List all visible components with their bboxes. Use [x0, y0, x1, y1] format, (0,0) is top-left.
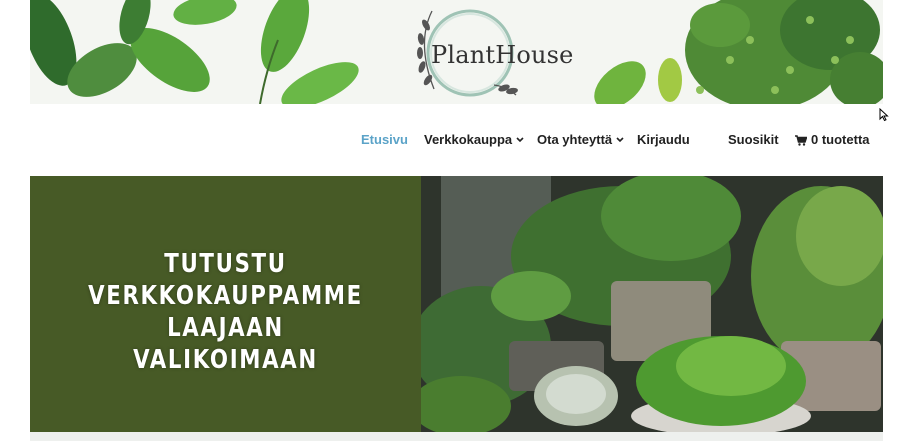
hero-text-panel: TUTUSTU VERKKOKAUPPAMME LAAJAAN VALIKOIM…: [30, 176, 421, 432]
nav-item-etusivu[interactable]: Etusivu: [361, 132, 408, 147]
cart-count: 0 tuotetta: [811, 132, 870, 147]
hero-plant-image: [411, 176, 883, 432]
favorites-link[interactable]: Suosikit: [728, 132, 779, 147]
chevron-down-icon: [516, 137, 524, 143]
content-divider: [30, 432, 883, 441]
nav-item-kirjaudu[interactable]: Kirjaudu: [637, 132, 690, 147]
hero-title: TUTUSTU VERKKOKAUPPAMME LAAJAAN VALIKOIM…: [65, 248, 386, 376]
hero-banner[interactable]: TUTUSTU VERKKOKAUPPAMME LAAJAAN VALIKOIM…: [30, 176, 883, 432]
cart-icon: [795, 135, 807, 146]
hero-title-line: VERKKOKAUPPAMME: [88, 281, 363, 311]
hero-title-line: VALIKOIMAAN: [133, 345, 318, 375]
nav-item-ota-yhteytta[interactable]: Ota yhteyttä: [537, 132, 624, 147]
chevron-down-icon: [616, 137, 624, 143]
nav-item-label: Verkkokauppa: [424, 132, 513, 147]
nav-item-label: Ota yhteyttä: [537, 132, 613, 147]
mouse-cursor-icon: [879, 108, 889, 122]
main-navigation: Etusivu Verkkokauppa Ota yhteyttä Kirjau…: [0, 130, 918, 150]
planthouse-logo[interactable]: PlantHouse: [408, 3, 573, 99]
hero-title-line: TUTUSTU: [164, 249, 287, 279]
header-banner: PlantHouse: [30, 0, 883, 104]
cart-link[interactable]: 0 tuotetta: [795, 132, 870, 147]
nav-item-verkkokauppa[interactable]: Verkkokauppa: [424, 132, 524, 147]
hero-title-line: LAAJAAN: [167, 313, 284, 343]
logo-text: PlantHouse: [431, 41, 574, 69]
